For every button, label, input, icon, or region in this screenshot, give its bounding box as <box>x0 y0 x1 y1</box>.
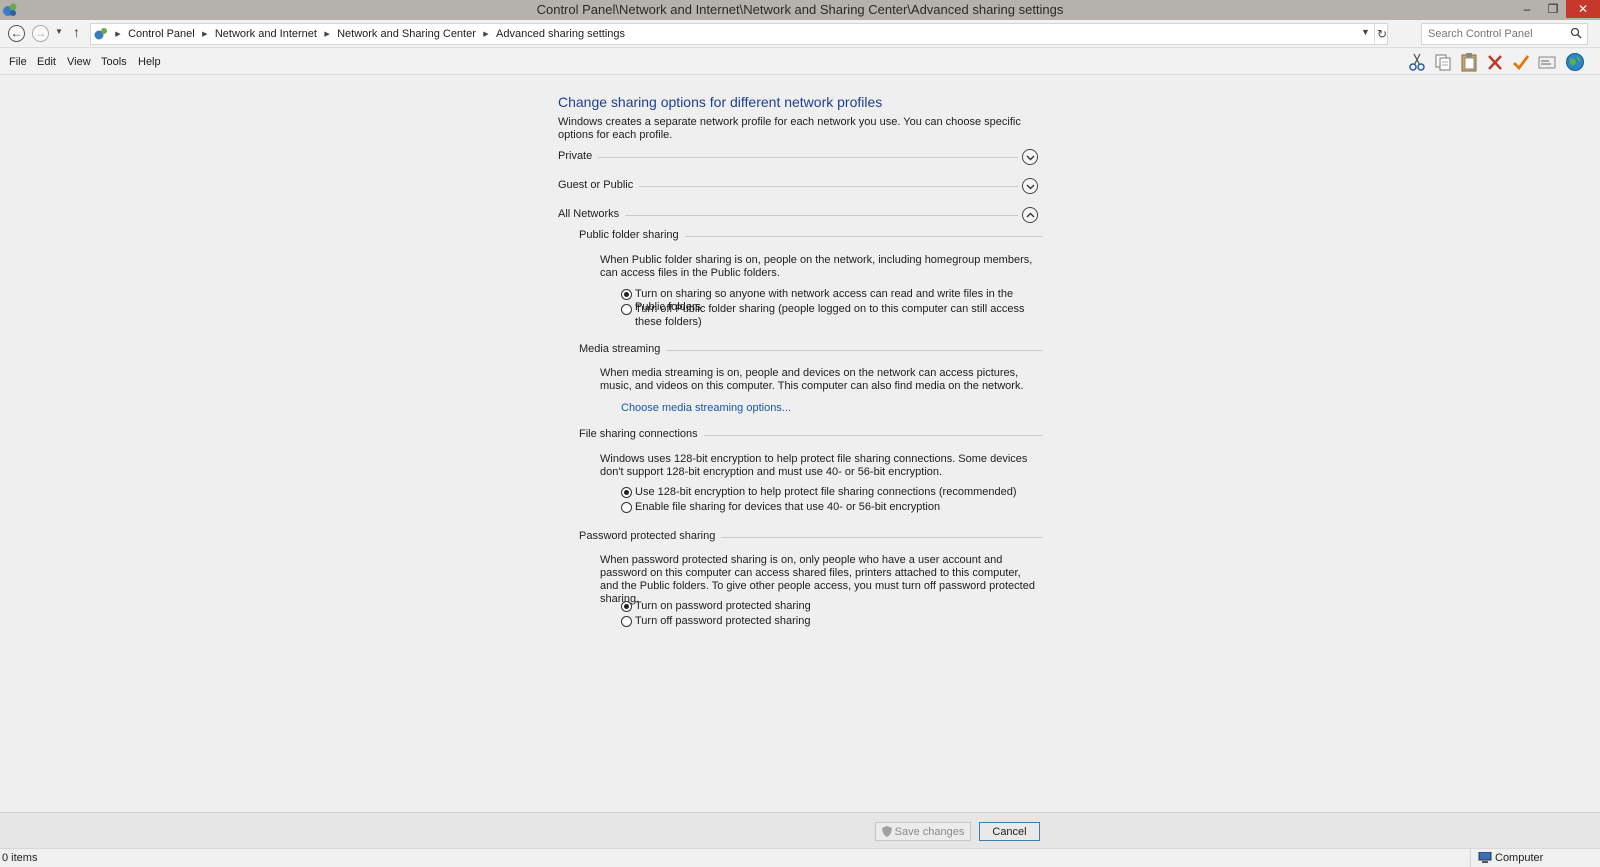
breadcrumb-network-and-internet[interactable]: Network and Internet <box>215 28 317 40</box>
button-bar: Save changes Cancel <box>0 812 1600 848</box>
radio-label[interactable]: Use 128-bit encryption to help protect f… <box>635 486 1041 499</box>
radio-button[interactable] <box>621 304 632 315</box>
address-row: ← → ▼ ↑ ▶ Control Panel ▶ Network and In… <box>0 20 1600 48</box>
paste-icon[interactable] <box>1459 52 1479 72</box>
refresh-icon[interactable]: ↻ <box>1374 24 1389 44</box>
file-sharing-heading: File sharing connections <box>579 428 1042 442</box>
radio-button-selected[interactable] <box>621 487 632 498</box>
profile-private[interactable]: Private <box>558 149 1038 168</box>
forward-button[interactable]: → <box>32 25 49 42</box>
checkmark-icon[interactable] <box>1511 52 1531 72</box>
radio-button[interactable] <box>621 502 632 513</box>
globe-icon[interactable] <box>1565 52 1585 72</box>
media-streaming-heading-label: Media streaming <box>579 343 667 355</box>
media-streaming-description: When media streaming is on, people and d… <box>600 367 1024 392</box>
radio-button[interactable] <box>621 616 632 627</box>
file-sharing-heading-label: File sharing connections <box>579 428 704 440</box>
public-folder-description: When Public folder sharing is on, people… <box>600 254 1033 279</box>
password-sharing-heading: Password protected sharing <box>579 530 1042 544</box>
main-content: Change sharing options for different net… <box>0 75 1600 812</box>
restore-button[interactable]: ❐ <box>1540 0 1566 18</box>
search-icon[interactable] <box>1570 27 1582 39</box>
public-folder-heading-label: Public folder sharing <box>579 229 685 241</box>
divider <box>558 157 1018 158</box>
radio-button-selected[interactable] <box>621 289 632 300</box>
menu-tools[interactable]: Tools <box>101 56 127 68</box>
address-dropdown-icon[interactable]: ▼ <box>1361 27 1370 37</box>
cancel-button[interactable]: Cancel <box>979 822 1040 841</box>
uac-shield-icon <box>881 825 892 837</box>
profile-all-networks-label: All Networks <box>558 208 626 220</box>
public-folder-heading: Public folder sharing <box>579 229 1042 243</box>
delete-icon[interactable] <box>1485 52 1505 72</box>
encryption-40-56-option[interactable]: Enable file sharing for devices that use… <box>621 501 1041 514</box>
save-changes-button[interactable]: Save changes <box>875 822 971 841</box>
menu-help[interactable]: Help <box>138 56 161 68</box>
encryption-128-option[interactable]: Use 128-bit encryption to help protect f… <box>621 486 1041 499</box>
item-count: 0 items <box>2 852 38 864</box>
divider <box>558 215 1018 216</box>
breadcrumb-control-panel[interactable]: Control Panel <box>128 28 195 40</box>
chevron-right-icon[interactable]: ▶ <box>320 30 334 38</box>
profile-guest-or-public-label: Guest or Public <box>558 179 640 191</box>
chevron-right-icon[interactable]: ▶ <box>198 30 212 38</box>
media-streaming-options-link[interactable]: Choose media streaming options... <box>621 402 791 414</box>
search-box[interactable] <box>1421 23 1588 45</box>
breadcrumb-network-and-sharing-center[interactable]: Network and Sharing Center <box>337 28 476 40</box>
close-button[interactable]: ✕ <box>1566 0 1600 18</box>
collapse-chevron-up-icon[interactable] <box>1022 207 1038 223</box>
up-button[interactable]: ↑ <box>73 24 80 40</box>
radio-button-selected[interactable] <box>621 601 632 612</box>
file-sharing-description: Windows uses 128-bit encryption to help … <box>600 453 1028 478</box>
save-changes-label: Save changes <box>894 825 965 838</box>
password-on-option[interactable]: Turn on password protected sharing <box>621 600 1041 613</box>
chevron-right-icon[interactable]: ▶ <box>479 30 493 38</box>
expand-chevron-down-icon[interactable] <box>1022 178 1038 194</box>
media-streaming-heading: Media streaming <box>579 343 1042 357</box>
properties-icon[interactable] <box>1537 52 1557 72</box>
minimize-button[interactable]: – <box>1514 0 1540 18</box>
search-input[interactable] <box>1428 25 1568 43</box>
profile-all-networks[interactable]: All Networks <box>558 207 1038 226</box>
radio-label[interactable]: Turn off Public folder sharing (people l… <box>635 303 1041 329</box>
breadcrumb-advanced-sharing-settings[interactable]: Advanced sharing settings <box>496 28 625 40</box>
chevron-right-icon[interactable]: ▶ <box>111 30 125 38</box>
password-sharing-description: When password protected sharing is on, o… <box>600 554 1035 605</box>
copy-icon[interactable] <box>1433 52 1453 72</box>
recent-locations-icon[interactable]: ▼ <box>55 27 63 36</box>
password-sharing-heading-label: Password protected sharing <box>579 530 722 542</box>
cut-icon[interactable] <box>1407 52 1427 72</box>
page-intro: Windows creates a separate network profi… <box>558 116 1021 141</box>
title-bar: Control Panel\Network and Internet\Netwo… <box>0 0 1600 20</box>
back-button[interactable]: ← <box>8 25 25 42</box>
window-title: Control Panel\Network and Internet\Netwo… <box>536 2 1064 17</box>
zone-label: Computer <box>1495 852 1544 864</box>
breadcrumb: ▶ Control Panel ▶ Network and Internet ▶… <box>111 28 625 40</box>
menu-view[interactable]: View <box>67 56 91 68</box>
radio-label[interactable]: Turn off password protected sharing <box>635 615 1041 628</box>
public-folder-off-option[interactable]: Turn off Public folder sharing (people l… <box>621 303 1041 329</box>
page-title: Change sharing options for different net… <box>558 94 883 110</box>
radio-label[interactable]: Enable file sharing for devices that use… <box>635 501 1041 514</box>
status-bar: 0 items Computer <box>0 848 1600 867</box>
address-bar[interactable]: ▶ Control Panel ▶ Network and Internet ▶… <box>90 23 1388 45</box>
password-off-option[interactable]: Turn off password protected sharing <box>621 615 1041 628</box>
radio-label[interactable]: Turn on password protected sharing <box>635 600 1041 613</box>
expand-chevron-down-icon[interactable] <box>1022 149 1038 165</box>
menu-file[interactable]: File <box>9 56 27 68</box>
menu-edit[interactable]: Edit <box>37 56 56 68</box>
profile-private-label: Private <box>558 150 599 162</box>
profile-guest-or-public[interactable]: Guest or Public <box>558 178 1038 197</box>
computer-icon <box>1478 852 1492 863</box>
status-zone: Computer <box>1470 849 1600 867</box>
control-panel-icon <box>94 28 107 40</box>
menu-bar: File Edit View Tools Help <box>0 49 1600 75</box>
